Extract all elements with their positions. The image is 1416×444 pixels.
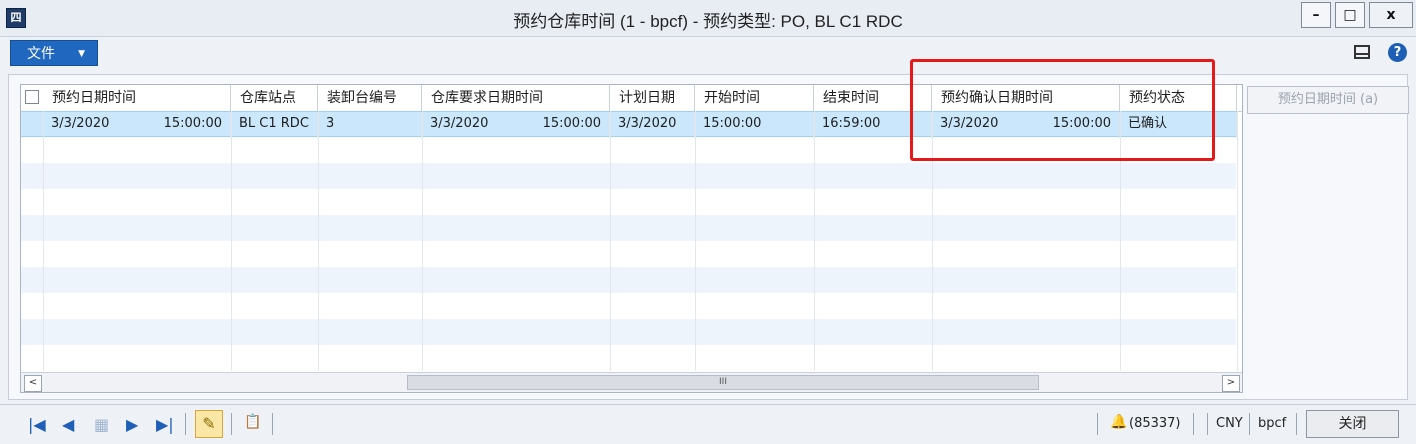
title-bar: 四 预约仓库时间 (1 - bpcf) - 预约类型: PO, BL C1 RD… (0, 0, 1416, 37)
scroll-right-button[interactable]: > (1222, 375, 1240, 392)
empty-row (21, 189, 1236, 215)
previous-record-icon[interactable]: ◀ (62, 415, 74, 434)
separator (1097, 413, 1098, 435)
column-header-start-time[interactable]: 开始时间 (695, 85, 814, 111)
separator (272, 413, 273, 435)
highlight-annotation-box (910, 59, 1215, 161)
cell-appt-time: 15:00:00 (163, 116, 222, 131)
last-record-icon[interactable]: ▶| (156, 415, 174, 434)
maximize-button[interactable]: □ (1335, 2, 1365, 28)
column-divider (318, 111, 319, 371)
currency-label: CNY (1216, 416, 1243, 431)
column-header-plan-date[interactable]: 计划日期 (610, 85, 695, 111)
select-all-checkbox[interactable] (25, 90, 39, 104)
company-label: bpcf (1258, 416, 1287, 431)
cell-start-time: 15:00:00 (695, 112, 814, 138)
empty-row (21, 267, 1236, 293)
cell-site: BL C1 RDC (231, 112, 318, 138)
layout-icon[interactable] (1354, 45, 1370, 59)
status-bar: |◀ ◀ ▦ ▶ ▶| ✎ 📋 🔔 (85337) CNY bpcf 关闭 (0, 404, 1416, 444)
file-menu-button[interactable]: 文件 ▼ (10, 40, 98, 66)
cell-dock: 3 (318, 112, 422, 138)
bell-icon[interactable]: 🔔 (1110, 414, 1127, 430)
separator (231, 413, 232, 435)
close-window-button[interactable]: x (1369, 2, 1413, 28)
cell-req-datetime: 3/3/2020 15:00:00 (422, 112, 610, 138)
empty-row (21, 241, 1236, 267)
scroll-left-button[interactable]: < (24, 375, 42, 392)
column-divider (695, 111, 696, 371)
cell-appt-date: 3/3/2020 (51, 116, 110, 131)
next-record-icon[interactable]: ▶ (126, 415, 138, 434)
empty-row (21, 345, 1236, 372)
notification-count[interactable]: (85337) (1129, 416, 1181, 431)
cell-appt-datetime: 3/3/2020 15:00:00 (43, 112, 231, 138)
scrollbar-thumb[interactable]: III (407, 375, 1039, 390)
column-divider (1237, 111, 1238, 371)
column-header-appt-datetime[interactable]: 预约日期时间 (43, 85, 231, 111)
separator (1193, 413, 1194, 435)
column-divider (422, 111, 423, 371)
window-title: 预约仓库时间 (1 - bpcf) - 预约类型: PO, BL C1 RDC (513, 12, 903, 31)
column-header-req-datetime[interactable]: 仓库要求日期时间 (422, 85, 610, 111)
chevron-down-icon: ▼ (78, 49, 85, 59)
separator (1207, 413, 1208, 435)
column-divider (814, 111, 815, 371)
separator (1296, 413, 1297, 435)
grid-view-icon[interactable]: ▦ (94, 415, 109, 434)
column-header-dock[interactable]: 装卸台编号 (318, 85, 422, 111)
first-record-icon[interactable]: |◀ (28, 415, 46, 434)
empty-row (21, 163, 1236, 189)
cell-req-time: 15:00:00 (542, 116, 601, 131)
column-divider (231, 111, 232, 371)
minimize-button[interactable]: – (1301, 2, 1331, 28)
close-button[interactable]: 关闭 (1306, 410, 1399, 438)
horizontal-scrollbar[interactable]: < III > (21, 372, 1242, 392)
edit-pencil-icon[interactable]: ✎ (195, 410, 223, 438)
empty-row (21, 293, 1236, 319)
empty-row (21, 215, 1236, 241)
column-divider (43, 111, 44, 371)
column-header-site[interactable]: 仓库站点 (231, 85, 318, 111)
separator (185, 413, 186, 435)
empty-row (21, 319, 1236, 345)
cell-req-date: 3/3/2020 (430, 116, 489, 131)
file-menu-label: 文件 (27, 46, 55, 62)
column-divider (610, 111, 611, 371)
separator (1249, 413, 1250, 435)
help-icon[interactable]: ? (1388, 43, 1407, 62)
cell-plan-date: 3/3/2020 (610, 112, 695, 138)
clipboard-icon[interactable]: 📋 (244, 414, 261, 430)
appointment-datetime-button[interactable]: 预约日期时间 (a) (1247, 86, 1409, 114)
